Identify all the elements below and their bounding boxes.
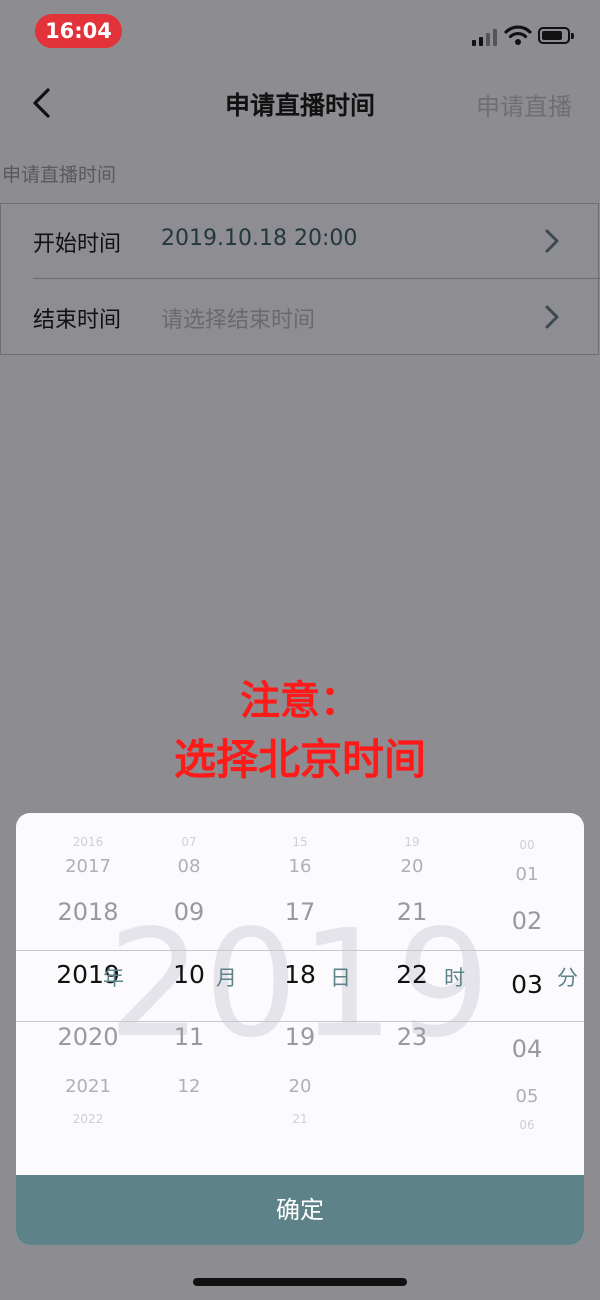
minute-option[interactable]: 00 (519, 838, 534, 852)
minute-option[interactable]: 04 (512, 1035, 543, 1063)
hour-option[interactable]: 19 (404, 835, 419, 849)
battery-icon (538, 27, 574, 44)
month-option[interactable]: 12 (178, 1076, 201, 1097)
end-time-label: 结束时间 (33, 308, 122, 333)
end-time-placeholder: 请选择结束时间 (161, 308, 316, 333)
date-time-picker: 2019 2016 2017 2018 2019 2020 2021 2022 年 07 08 0… (16, 813, 584, 1245)
month-option[interactable]: 09 (174, 898, 205, 926)
status-bar: 16:04 (0, 0, 600, 62)
time-form: 开始时间 2019.10.18 20:00 结束时间 请选择结束时间 (0, 203, 600, 355)
section-label: 申请直播时间 (2, 164, 117, 186)
hour-option[interactable]: 20 (401, 856, 424, 877)
year-option[interactable]: 2022 (73, 1112, 104, 1126)
notice-message: 选择北京时间 (173, 735, 426, 784)
minute-option[interactable]: 03 (511, 970, 543, 999)
month-option[interactable]: 07 (181, 835, 196, 849)
day-option[interactable]: 17 (285, 898, 316, 926)
day-option[interactable]: 20 (289, 1076, 312, 1097)
status-time: 16:04 (35, 14, 122, 48)
chevron-right-icon (545, 305, 559, 329)
hour-unit-label: 时 (444, 966, 465, 990)
home-indicator (193, 1278, 407, 1286)
hour-option[interactable]: 22 (396, 960, 428, 989)
cellular-signal-icon (472, 28, 498, 46)
hour-option[interactable]: 23 (397, 1023, 428, 1051)
row-divider (33, 278, 600, 279)
confirm-button[interactable]: 确定 (16, 1175, 584, 1245)
day-option[interactable]: 16 (289, 856, 312, 877)
minute-option[interactable]: 01 (516, 864, 539, 885)
start-time-label: 开始时间 (33, 232, 122, 257)
hour-option[interactable]: 21 (397, 898, 428, 926)
minute-unit-label: 分 (557, 966, 578, 990)
month-unit-label: 月 (216, 966, 237, 990)
year-option[interactable]: 2020 (57, 1023, 118, 1051)
day-option[interactable]: 19 (285, 1023, 316, 1051)
start-time-row[interactable]: 开始时间 2019.10.18 20:00 (1, 204, 600, 279)
minute-option[interactable]: 02 (512, 907, 543, 935)
start-time-value: 2019.10.18 20:00 (161, 226, 358, 251)
year-option[interactable]: 2021 (65, 1076, 111, 1097)
day-unit-label: 日 (330, 966, 351, 990)
year-option[interactable]: 2017 (65, 856, 111, 877)
end-time-row[interactable]: 结束时间 请选择结束时间 (1, 280, 598, 355)
day-option[interactable]: 15 (292, 835, 307, 849)
notice-heading: 注意： (240, 678, 360, 724)
navigation-bar: 申请直播时间 申请直播 (0, 62, 600, 142)
apply-live-button[interactable]: 申请直播 (476, 87, 572, 122)
day-option[interactable]: 18 (284, 960, 316, 989)
minute-option[interactable]: 06 (519, 1118, 534, 1132)
minute-option[interactable]: 05 (516, 1086, 539, 1107)
month-option[interactable]: 11 (174, 1023, 205, 1051)
chevron-right-icon (545, 229, 559, 253)
year-unit-label: 年 (103, 966, 124, 990)
month-option[interactable]: 10 (173, 960, 205, 989)
day-option[interactable]: 21 (292, 1112, 307, 1126)
month-option[interactable]: 08 (178, 856, 201, 877)
year-option[interactable]: 2018 (57, 898, 118, 926)
year-option[interactable]: 2016 (73, 835, 104, 849)
wifi-icon (504, 25, 532, 45)
